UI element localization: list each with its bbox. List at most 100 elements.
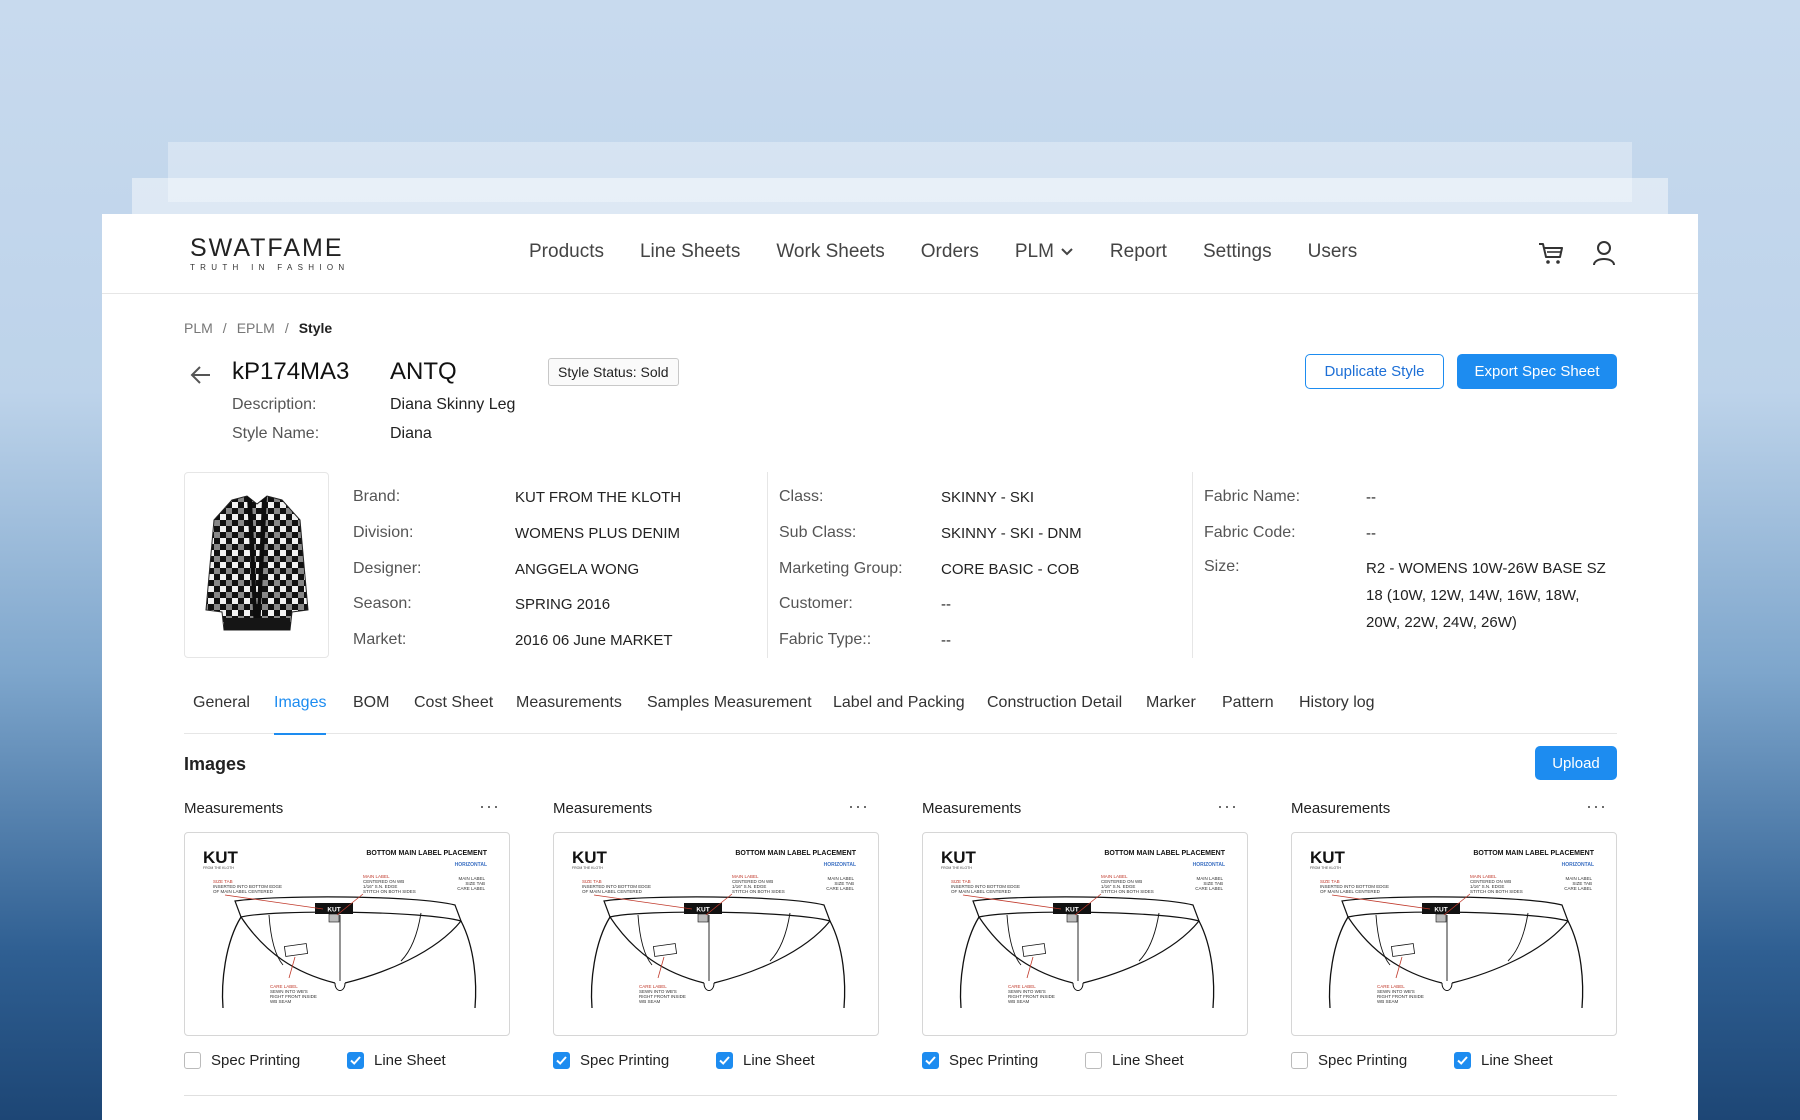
more-options-icon[interactable]: ··· [1586,796,1607,817]
drawing-text: HORIZONTAL [824,862,856,868]
section-divider [184,1095,1617,1096]
line-sheet-checkbox[interactable]: Line Sheet [1454,1052,1553,1069]
image-card: Measurements ··· KUT FROM THE KLOTH BOTT… [553,796,879,1069]
nav-work-sheets[interactable]: Work Sheets [776,241,884,263]
drawing-text: FROM THE KLOTH [941,866,972,870]
fabric-type-label: Fabric Type:: [779,631,872,648]
market-label: Market: [353,631,407,648]
product-thumbnail[interactable] [184,472,329,658]
upload-button[interactable]: Upload [1535,746,1617,780]
nav-plm-dropdown[interactable]: PLM [1015,241,1074,263]
checkmark-icon [556,1056,567,1065]
drawing-text: STITCH ON BOTH SIDES [732,889,785,894]
drawing-text: CARE LABEL [826,886,854,891]
image-card-options: Spec Printing Line Sheet [553,1052,879,1069]
images-section-title: Images [184,754,247,774]
user-profile-button[interactable] [1589,238,1619,268]
app-window: SWATFAME TRUTH IN FASHION Products Line … [102,214,1698,1120]
breadcrumb-separator: / [284,320,289,336]
fabric-code-label: Fabric Code: [1204,524,1296,541]
tab-label-and-packing[interactable]: Label and Packing [833,692,965,734]
tab-images[interactable]: Images [274,692,327,735]
spec-printing-checkbox[interactable]: Spec Printing [553,1052,716,1069]
line-sheet-label: Line Sheet [1112,1052,1184,1069]
nav-line-sheets[interactable]: Line Sheets [640,241,740,263]
breadcrumb-plm[interactable]: PLM [184,320,213,336]
column-divider [767,472,768,658]
checkbox-icon[interactable] [1291,1052,1308,1069]
sub-class-label: Sub Class: [779,524,857,541]
checkbox-icon[interactable] [1454,1052,1471,1069]
brand-logo[interactable]: SWATFAME TRUTH IN FASHION [190,234,349,272]
line-sheet-checkbox[interactable]: Line Sheet [347,1052,446,1069]
line-sheet-checkbox[interactable]: Line Sheet [1085,1052,1184,1069]
tab-construction-detail[interactable]: Construction Detail [987,692,1122,734]
sub-class-value: SKINNY - SKI - DNM [941,525,1082,542]
cart-button[interactable] [1536,238,1566,268]
size-label: Size: [1204,558,1240,575]
description-value: Diana Skinny Leg [390,396,516,413]
checkbox-icon[interactable] [922,1052,939,1069]
nav-products[interactable]: Products [529,241,604,263]
drawing-text: BOTTOM MAIN LABEL PLACEMENT [735,850,856,857]
duplicate-style-button[interactable]: Duplicate Style [1305,354,1444,389]
customer-label: Customer: [779,595,853,612]
tab-samples-measurement[interactable]: Samples Measurement [647,692,812,734]
checkbox-icon[interactable] [184,1052,201,1069]
spec-printing-checkbox[interactable]: Spec Printing [184,1052,347,1069]
drawing-text: STITCH ON BOTH SIDES [1470,889,1523,894]
line-sheet-checkbox[interactable]: Line Sheet [716,1052,815,1069]
cardigan-image [204,495,309,631]
tab-pattern[interactable]: Pattern [1222,692,1274,734]
more-options-icon[interactable]: ··· [848,796,869,817]
line-sheet-label: Line Sheet [743,1052,815,1069]
nav-label: Settings [1202,241,1272,262]
checkbox-icon[interactable] [347,1052,364,1069]
back-button[interactable] [188,362,214,388]
market-value: 2016 06 June MARKET [515,632,673,649]
breadcrumb: PLM / EPLM / Style [184,320,332,336]
checkbox-icon[interactable] [716,1052,733,1069]
spec-drawing-image[interactable]: KUT FROM THE KLOTH BOTTOM MAIN LABEL PLA… [184,832,510,1036]
checkmark-icon [1457,1056,1468,1065]
spec-printing-checkbox[interactable]: Spec Printing [922,1052,1085,1069]
drawing-text: KUT [1065,907,1078,914]
tab-bom[interactable]: BOM [353,692,389,734]
drawing-text: BOTTOM MAIN LABEL PLACEMENT [1104,850,1225,857]
checkmark-icon [350,1056,361,1065]
image-card: Measurements ··· KUT FROM THE KLOTH BOTT… [1291,796,1617,1069]
tab-history-log[interactable]: History log [1299,692,1375,734]
image-card-options: Spec Printing Line Sheet [922,1052,1248,1069]
tab-cost-sheet[interactable]: Cost Sheet [414,692,493,734]
checkbox-icon[interactable] [1085,1052,1102,1069]
checkbox-icon[interactable] [553,1052,570,1069]
image-card-title: Measurements [184,800,284,817]
breadcrumb-eplm[interactable]: EPLM [237,320,275,336]
drawing-text: FROM THE KLOTH [572,866,603,870]
style-tag: ANTQ [390,358,457,385]
brand-value: KUT FROM THE KLOTH [515,489,682,506]
season-label: Season: [353,595,412,612]
tab-measurements[interactable]: Measurements [516,692,622,734]
drawing-text: KUT [1434,907,1447,914]
tab-marker[interactable]: Marker [1146,692,1196,734]
spec-printing-checkbox[interactable]: Spec Printing [1291,1052,1454,1069]
export-spec-sheet-button[interactable]: Export Spec Sheet [1457,354,1617,389]
spec-drawing-image[interactable]: KUT FROM THE KLOTH BOTTOM MAIN LABEL PLA… [553,832,879,1036]
more-options-icon[interactable]: ··· [1217,796,1238,817]
nav-orders[interactable]: Orders [921,241,979,263]
style-code: kP174MA3 [232,358,350,385]
spec-drawing-image[interactable]: KUT FROM THE KLOTH BOTTOM MAIN LABEL PLA… [1291,832,1617,1036]
spec-printing-label: Spec Printing [1318,1052,1408,1069]
line-sheet-label: Line Sheet [374,1052,446,1069]
tab-general[interactable]: General [193,692,250,734]
drawing-text: FROM THE KLOTH [203,866,234,870]
nav-report[interactable]: Report [1110,241,1167,263]
nav-settings[interactable]: Settings [1203,241,1272,263]
more-options-icon[interactable]: ··· [479,796,500,817]
image-card-header: Measurements ··· [184,796,510,826]
drawing-text: KUT [203,848,239,867]
label-placement-drawing: KUT FROM THE KLOTH BOTTOM MAIN LABEL PLA… [1310,848,1595,1009]
nav-users[interactable]: Users [1308,241,1358,263]
spec-drawing-image[interactable]: KUT FROM THE KLOTH BOTTOM MAIN LABEL PLA… [922,832,1248,1036]
